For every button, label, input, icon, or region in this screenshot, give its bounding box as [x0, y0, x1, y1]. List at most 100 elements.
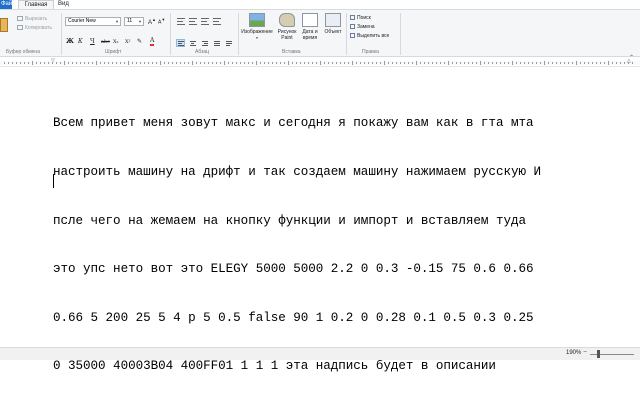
ruler-tick	[188, 62, 189, 64]
ruler-tick	[96, 61, 97, 65]
tab-file[interactable]: Файл	[0, 0, 12, 9]
find-button[interactable]: Поиск	[350, 14, 371, 22]
ruler-tick	[64, 61, 65, 65]
ruler-tick	[168, 62, 169, 64]
ruler-tick	[360, 62, 361, 64]
insert-object-button[interactable]: Объект	[322, 13, 344, 35]
ruler-tick	[504, 62, 505, 64]
align-right-button[interactable]	[200, 39, 209, 47]
ruler-tick	[248, 62, 249, 64]
date-time-button[interactable]: Дата и время	[299, 13, 321, 41]
ruler-tick	[456, 62, 457, 64]
editing-group-label: Правка	[362, 49, 379, 55]
cut-button[interactable]: Вырезать	[17, 15, 47, 23]
ruler-tick	[432, 62, 433, 64]
ruler-tick	[200, 62, 201, 64]
ruler-tick	[280, 62, 281, 64]
paste-button[interactable]	[0, 12, 14, 42]
ruler-tick	[92, 62, 93, 64]
decrease-indent-icon[interactable]	[177, 18, 185, 25]
paint-drawing-button[interactable]: Рисунок Paint	[276, 13, 298, 41]
increase-indent-icon[interactable]	[189, 18, 197, 25]
ruler-tick	[172, 62, 173, 64]
font-family-value: Courier New	[68, 18, 96, 24]
replace-button[interactable]: Замена	[350, 23, 375, 31]
insert-object-label: Объект	[324, 29, 342, 35]
ruler-tick	[492, 62, 493, 64]
italic-button[interactable]: К	[78, 38, 83, 46]
select-all-icon	[350, 33, 355, 39]
justify-button[interactable]	[212, 39, 221, 47]
ruler-tick	[308, 62, 309, 64]
ruler-tick	[256, 61, 257, 65]
line-spacing-icon[interactable]	[213, 18, 221, 25]
paragraph-settings-button[interactable]	[224, 39, 233, 47]
ribbon-tabs: Файл Главная Вид	[0, 0, 640, 9]
align-center-button[interactable]	[188, 39, 197, 47]
font-size-select[interactable]: 11 ▼	[124, 17, 144, 26]
document-area[interactable]: Всем привет меня зовут макс и сегодня я …	[0, 68, 640, 373]
ruler-tick	[612, 62, 613, 64]
superscript-button[interactable]: X²	[125, 38, 131, 46]
strikethrough-button[interactable]: abc	[101, 38, 110, 46]
ruler-tick	[148, 62, 149, 64]
ruler-tick	[232, 62, 233, 64]
ruler-tick	[544, 61, 545, 65]
clipboard-icon	[0, 18, 8, 32]
insert-picture-button[interactable]: Изображение ▼	[240, 13, 274, 41]
zoom-slider-thumb[interactable]	[597, 350, 600, 358]
ruler-tick	[88, 62, 89, 64]
select-all-button[interactable]: Выделить все	[350, 32, 389, 40]
ruler-tick	[532, 62, 533, 64]
align-left-button[interactable]	[176, 39, 185, 47]
zoom-out-button[interactable]: −	[583, 349, 587, 356]
ruler-tick	[76, 62, 77, 64]
ruler-tick	[480, 61, 481, 65]
ruler-tick	[404, 62, 405, 64]
left-indent-marker[interactable]: ▽	[51, 58, 55, 64]
copy-label: Копировать	[25, 25, 52, 31]
ribbon: Вырезать Копировать Буфер обмена Courier…	[0, 9, 640, 61]
grow-font-button[interactable]: A▲	[148, 17, 156, 26]
ruler-tick	[496, 62, 497, 64]
ruler-tick	[340, 62, 341, 64]
ruler-tick	[336, 62, 337, 64]
ruler-tick	[212, 62, 213, 64]
ruler-tick	[424, 62, 425, 64]
ruler[interactable]: ▽ △	[0, 58, 640, 67]
ruler-tick	[100, 62, 101, 64]
text-line: это упс нето вот это ELEGY 5000 5000 2.2…	[53, 262, 534, 277]
bullet-list-icon[interactable]	[201, 18, 209, 25]
subscript-button[interactable]: X₂	[113, 38, 119, 46]
font-color-button[interactable]: A	[150, 38, 155, 46]
ruler-tick	[224, 61, 225, 65]
ruler-track	[0, 61, 640, 65]
bold-button[interactable]: Ж	[66, 38, 74, 46]
picture-icon	[249, 13, 265, 27]
tab-home[interactable]: Главная	[18, 0, 54, 9]
tab-view[interactable]: Вид	[54, 0, 74, 9]
ruler-tick	[328, 62, 329, 64]
ruler-tick	[600, 62, 601, 64]
ruler-tick	[408, 62, 409, 64]
ruler-tick	[108, 62, 109, 64]
copy-button[interactable]: Копировать	[17, 24, 52, 32]
underline-button[interactable]: Ч	[90, 38, 95, 46]
text-line: Всем привет меня зовут макс и сегодня я …	[53, 116, 534, 131]
shrink-font-button[interactable]: A▼	[158, 17, 165, 26]
highlight-color-button[interactable]: ✎	[137, 38, 142, 46]
ruler-tick	[236, 62, 237, 64]
font-family-select[interactable]: Courier New ▼	[65, 17, 121, 26]
ruler-tick	[548, 62, 549, 64]
ruler-tick	[528, 62, 529, 64]
text-line: 0.66 5 200 25 5 4 p 5 0.5 false 90 1 0.2…	[53, 310, 534, 325]
ruler-tick	[564, 62, 565, 64]
ruler-tick	[376, 62, 377, 64]
ruler-tick	[156, 62, 157, 64]
group-divider	[170, 13, 171, 55]
ruler-tick	[348, 62, 349, 64]
right-indent-marker[interactable]: △	[627, 58, 631, 64]
calendar-clock-icon	[302, 13, 318, 27]
ruler-tick	[536, 62, 537, 64]
ruler-tick	[180, 62, 181, 64]
